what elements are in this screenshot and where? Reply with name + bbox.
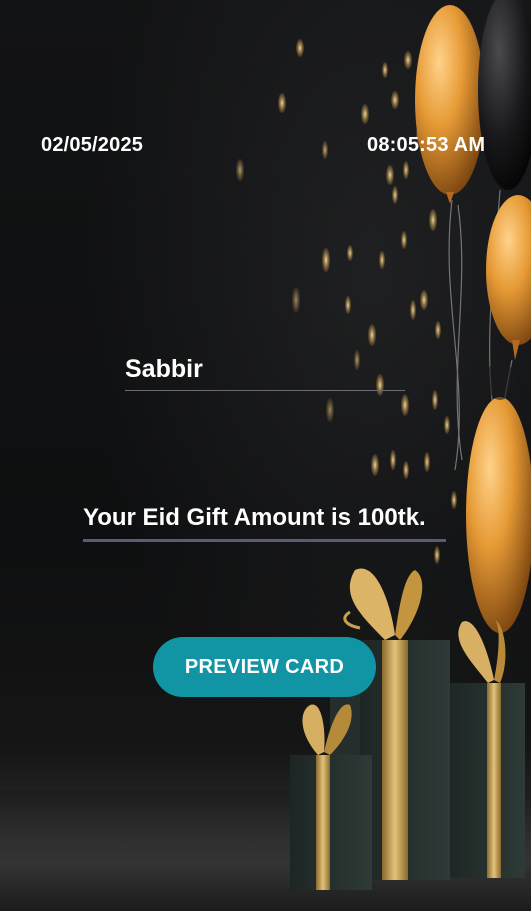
name-value: Sabbir: [125, 355, 203, 383]
eid-card-screen: 02/05/2025 08:05:53 AM Sabbir Your Eid G…: [0, 0, 531, 911]
gift-amount-field[interactable]: Your Eid Gift Amount is 100tk.: [83, 500, 446, 542]
gift-amount-text: Your Eid Gift Amount is 100tk.: [83, 504, 426, 531]
date-display: 02/05/2025: [41, 134, 144, 156]
time-display: 08:05:53 AM: [367, 134, 486, 156]
name-field[interactable]: Sabbir: [125, 352, 405, 391]
preview-card-button[interactable]: PREVIEW CARD: [153, 637, 376, 697]
